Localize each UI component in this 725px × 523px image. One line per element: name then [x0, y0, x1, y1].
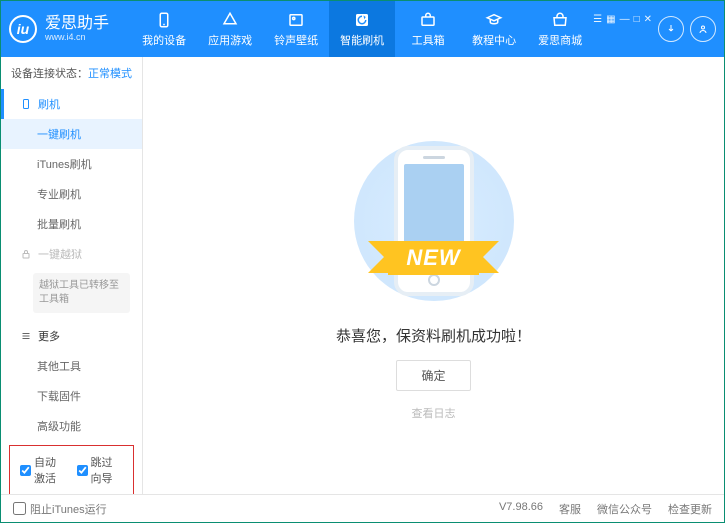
nav-smart-flash[interactable]: 智能刷机	[329, 1, 395, 57]
minimize-icon[interactable]: —	[620, 14, 630, 25]
refresh-icon	[353, 11, 371, 29]
new-ribbon: NEW	[388, 241, 478, 275]
nav-label: 工具箱	[412, 32, 445, 48]
sidebar-item-oneclick-flash[interactable]: 一键刷机	[1, 119, 142, 149]
download-button[interactable]	[658, 16, 684, 42]
nav-label: 我的设备	[142, 32, 186, 48]
nav-toolbox[interactable]: 工具箱	[395, 1, 461, 57]
view-log-link[interactable]: 查看日志	[412, 405, 456, 421]
section-flash[interactable]: 刷机	[1, 89, 142, 119]
app-name: 爱思助手	[45, 15, 109, 33]
toolbox-icon	[419, 11, 437, 29]
lock-icon	[20, 248, 32, 260]
nav-label: 铃声壁纸	[274, 32, 318, 48]
block-itunes-checkbox[interactable]: 阻止iTunes运行	[13, 501, 107, 517]
titlebar: iu 爱思助手 www.i4.cn 我的设备 应用游戏 铃声壁纸 智能刷机	[1, 1, 724, 57]
checkbox-label: 自动激活	[34, 454, 67, 486]
status-label: 设备连接状态：	[11, 68, 88, 80]
sidebar-item-advanced[interactable]: 高级功能	[1, 411, 142, 441]
version-text: V7.98.66	[499, 501, 543, 517]
confirm-button[interactable]: 确定	[396, 360, 470, 391]
image-icon	[287, 11, 305, 29]
nav-label: 教程中心	[472, 32, 516, 48]
cap-icon	[485, 11, 503, 29]
success-message: 恭喜您，保资料刷机成功啦！	[336, 325, 531, 346]
menu-icon[interactable]: ☰	[593, 14, 602, 25]
checkbox-label: 跳过向导	[91, 454, 124, 486]
nav-ringtones[interactable]: 铃声壁纸	[263, 1, 329, 57]
sidebar-item-other-tools[interactable]: 其他工具	[1, 351, 142, 381]
nav-store[interactable]: 爱思商城	[527, 1, 593, 57]
nav-label: 应用游戏	[208, 32, 252, 48]
phone-small-icon	[20, 98, 32, 110]
logo-area: iu 爱思助手 www.i4.cn	[9, 15, 131, 43]
sidebar-item-batch-flash[interactable]: 批量刷机	[1, 209, 142, 239]
status-mode: 正常模式	[88, 68, 132, 80]
section-label: 刷机	[38, 96, 60, 112]
top-nav: 我的设备 应用游戏 铃声壁纸 智能刷机 工具箱 教程中心	[131, 1, 593, 57]
list-icon	[20, 330, 32, 342]
success-illustration: NEW	[334, 131, 534, 311]
checkbox-label: 阻止iTunes运行	[30, 501, 107, 517]
sidebar: 设备连接状态：正常模式 刷机 一键刷机 iTunes刷机 专业刷机 批量刷机 一…	[1, 57, 143, 494]
auto-activate-checkbox[interactable]: 自动激活	[20, 454, 67, 486]
apps-icon	[221, 11, 239, 29]
user-icon	[697, 23, 709, 35]
app-url: www.i4.cn	[45, 33, 109, 43]
jailbreak-note: 越狱工具已转移至工具箱	[33, 273, 130, 313]
wechat-link[interactable]: 微信公众号	[597, 501, 652, 517]
sidebar-item-pro-flash[interactable]: 专业刷机	[1, 179, 142, 209]
check-update-link[interactable]: 检查更新	[668, 501, 712, 517]
options-box: 自动激活 跳过向导	[9, 445, 134, 494]
pin-icon[interactable]: ▦	[606, 14, 615, 25]
customer-service-link[interactable]: 客服	[559, 501, 581, 517]
logo-icon: iu	[9, 15, 37, 43]
sidebar-item-itunes-flash[interactable]: iTunes刷机	[1, 149, 142, 179]
skip-guide-checkbox[interactable]: 跳过向导	[77, 454, 124, 486]
nav-apps[interactable]: 应用游戏	[197, 1, 263, 57]
nav-tutorials[interactable]: 教程中心	[461, 1, 527, 57]
main-content: NEW 恭喜您，保资料刷机成功啦！ 确定 查看日志	[143, 57, 724, 494]
connection-status: 设备连接状态：正常模式	[1, 57, 142, 89]
section-jailbreak: 一键越狱	[1, 239, 142, 269]
nav-label: 爱思商城	[538, 32, 582, 48]
user-button[interactable]	[690, 16, 716, 42]
phone-icon	[155, 11, 173, 29]
sidebar-item-download-firmware[interactable]: 下载固件	[1, 381, 142, 411]
store-icon	[551, 11, 569, 29]
maximize-icon[interactable]: □	[634, 14, 640, 25]
nav-label: 智能刷机	[340, 32, 384, 48]
section-label: 一键越狱	[38, 246, 82, 262]
section-label: 更多	[38, 328, 60, 344]
nav-my-device[interactable]: 我的设备	[131, 1, 197, 57]
close-icon[interactable]: ✕	[644, 14, 652, 25]
section-more[interactable]: 更多	[1, 321, 142, 351]
footer: 阻止iTunes运行 V7.98.66 客服 微信公众号 检查更新	[1, 494, 724, 522]
download-icon	[665, 23, 677, 35]
